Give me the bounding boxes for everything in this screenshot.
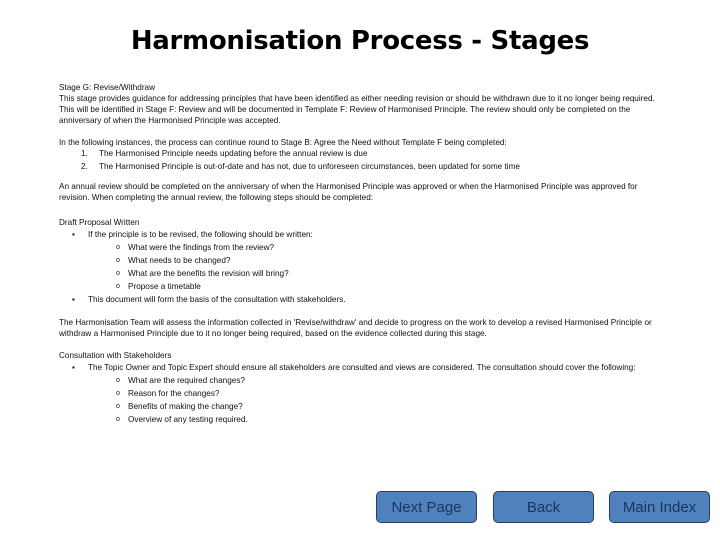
- list-text: What are the benefits the revision will …: [128, 269, 289, 278]
- list-text: What needs to be changed?: [128, 256, 231, 265]
- list-item: o What needs to be changed?: [116, 255, 659, 266]
- circle-bullet-icon: o: [116, 257, 120, 264]
- list-text: If the principle is to be revised, the f…: [88, 230, 313, 239]
- list-item: ▪ The Topic Owner and Topic Expert should…: [64, 362, 659, 425]
- list-item: o What are the benefits the revision will…: [116, 268, 659, 279]
- section-heading: Stage G: Revise/Withdraw: [59, 83, 156, 92]
- list-number: 1.: [81, 149, 88, 158]
- document-body: Stage G: Revise/Withdraw This stage prov…: [59, 82, 659, 427]
- circle-bullet-icon: o: [116, 377, 120, 384]
- bullet-icon: ▪: [72, 363, 75, 372]
- draft-heading: Draft Proposal Written: [59, 218, 140, 227]
- circle-bullet-icon: o: [116, 244, 120, 251]
- circle-bullet-icon: o: [116, 270, 120, 277]
- list-text: The Topic Owner and Topic Expert should …: [88, 363, 636, 372]
- list-text: The Harmonised Principle is out-of-date …: [99, 162, 520, 171]
- circle-bullet-icon: o: [116, 416, 120, 423]
- list-item: o Reason for the changes?: [116, 388, 659, 399]
- circle-bullet-icon: o: [116, 283, 120, 290]
- list-item: ▪ If the principle is to be revised, the …: [64, 229, 659, 292]
- list-text: What are the required changes?: [128, 376, 245, 385]
- list-item: ▪ This document will form the basis of th…: [64, 294, 659, 305]
- consultation-sub-list: o What are the required changes? o Reason …: [88, 375, 659, 425]
- list-item: o What were the findings from the review?: [116, 242, 659, 253]
- list-text: The Harmonised Principle needs updating …: [99, 149, 368, 158]
- list-text: This document will form the basis of the…: [88, 295, 346, 304]
- page-title: Harmonisation Process - Stages: [130, 26, 590, 56]
- list-item: o Propose a timetable: [116, 281, 659, 292]
- bullet-icon: ▪: [72, 230, 75, 239]
- list-text: Propose a timetable: [128, 282, 201, 291]
- list-item: 2. The Harmonised Principle is out-of-dat…: [81, 161, 659, 172]
- annual-review-paragraph: An annual review should be completed on …: [59, 182, 638, 202]
- list-text: What were the findings from the review?: [128, 243, 275, 252]
- list-text: Reason for the changes?: [128, 389, 220, 398]
- instances-intro: In the following instances, the process …: [59, 138, 507, 147]
- list-item: 1. The Harmonised Principle needs updatin…: [81, 148, 659, 159]
- list-text: Benefits of making the change?: [128, 402, 243, 411]
- list-text: Overview of any testing required.: [128, 415, 248, 424]
- draft-sub-list: o What were the findings from the review?…: [88, 242, 659, 292]
- instances-list: 1. The Harmonised Principle needs updatin…: [81, 148, 659, 172]
- list-item: o Benefits of making the change?: [116, 401, 659, 412]
- intro-paragraph: This stage provides guidance for address…: [59, 94, 655, 125]
- bullet-icon: ▪: [72, 295, 75, 304]
- circle-bullet-icon: o: [116, 403, 120, 410]
- list-item: o Overview of any testing required.: [116, 414, 659, 425]
- back-button[interactable]: Back: [493, 491, 594, 523]
- consultation-bullets: ▪ The Topic Owner and Topic Expert should…: [59, 362, 659, 425]
- draft-bullets: ▪ If the principle is to be revised, the …: [59, 229, 659, 305]
- list-number: 2.: [81, 162, 88, 171]
- consultation-heading: Consultation with Stakeholders: [59, 351, 172, 360]
- team-assess-paragraph: The Harmonisation Team will assess the i…: [59, 318, 652, 338]
- next-page-button[interactable]: Next Page: [376, 491, 477, 523]
- main-index-button[interactable]: Main Index: [609, 491, 710, 523]
- circle-bullet-icon: o: [116, 390, 120, 397]
- list-item: o What are the required changes?: [116, 375, 659, 386]
